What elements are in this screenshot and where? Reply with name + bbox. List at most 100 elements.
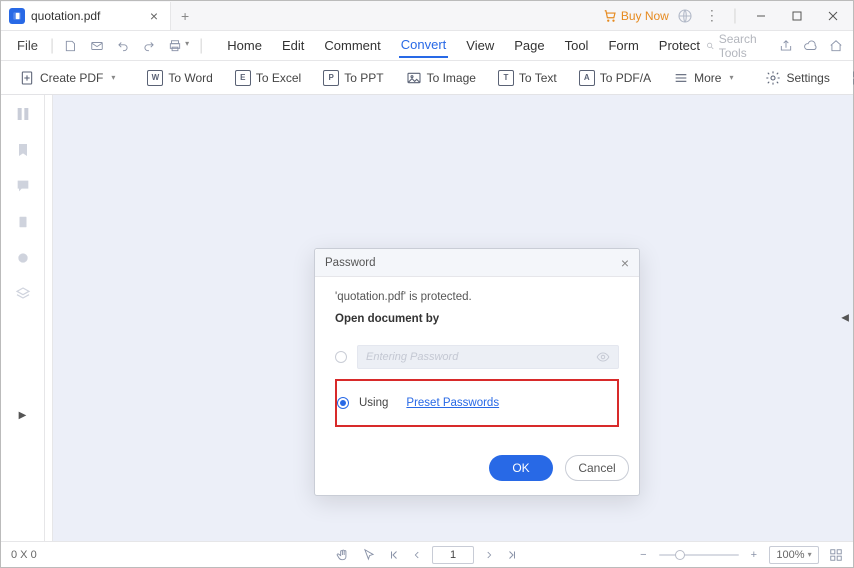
create-pdf-button[interactable]: Create PDF▾ bbox=[11, 61, 123, 94]
menu-protect[interactable]: Protect bbox=[657, 34, 702, 57]
to-text-button[interactable]: T To Text bbox=[490, 61, 565, 94]
to-image-button[interactable]: To Image bbox=[398, 61, 484, 94]
zoom-level[interactable]: 100%▾ bbox=[769, 546, 819, 564]
menu-tool[interactable]: Tool bbox=[563, 34, 591, 57]
settings-label: Settings bbox=[786, 71, 829, 85]
app-window: quotation.pdf × + Buy Now ⋮ | bbox=[0, 0, 854, 568]
eye-icon bbox=[596, 350, 610, 364]
mail-icon[interactable] bbox=[86, 39, 108, 53]
cloud-icon[interactable] bbox=[803, 39, 819, 53]
more-label: More bbox=[694, 71, 721, 85]
print-icon[interactable]: ▾ bbox=[164, 39, 193, 53]
left-sidebar: ▶ bbox=[1, 95, 45, 541]
menu-convert[interactable]: Convert bbox=[399, 33, 449, 58]
prev-page-icon[interactable] bbox=[410, 549, 424, 561]
hand-tool-icon[interactable] bbox=[334, 548, 352, 562]
document-area[interactable]: ◀ Password × 'quotation.pdf' is protecte… bbox=[53, 95, 853, 541]
to-ppt-button[interactable]: P To PPT bbox=[315, 61, 391, 94]
to-excel-label: To Excel bbox=[256, 71, 301, 85]
image-icon bbox=[406, 70, 422, 86]
menu-form[interactable]: Form bbox=[606, 34, 640, 57]
highlight-annotation: Using Preset Passwords bbox=[335, 379, 619, 427]
next-page-icon[interactable] bbox=[482, 549, 496, 561]
share-icon[interactable] bbox=[779, 39, 793, 53]
more-menu-icon[interactable]: ⋮ bbox=[701, 7, 723, 24]
menubar: File | ▾ | Home Edit Comment Convert Vie… bbox=[1, 31, 853, 61]
close-window-button[interactable] bbox=[819, 2, 847, 30]
fit-page-icon[interactable] bbox=[829, 548, 843, 562]
workspace: ▶ ◀ Password × 'quotation.pdf' is protec… bbox=[1, 95, 853, 541]
maximize-button[interactable] bbox=[783, 2, 811, 30]
open-by-label: Open document by bbox=[335, 313, 619, 325]
tab-title: quotation.pdf bbox=[31, 9, 140, 23]
batch-convert-button[interactable]: Batch Conve› bbox=[844, 61, 854, 94]
layers-panel-icon[interactable] bbox=[14, 285, 32, 303]
tab-close-icon[interactable]: × bbox=[146, 8, 162, 24]
first-page-icon[interactable] bbox=[386, 549, 402, 561]
to-pdfa-label: To PDF/A bbox=[600, 71, 651, 85]
cancel-button[interactable]: Cancel bbox=[565, 455, 629, 481]
text-icon: T bbox=[498, 70, 514, 86]
thumbnail-panel-icon[interactable] bbox=[14, 105, 32, 123]
create-pdf-icon bbox=[19, 70, 35, 86]
right-collapse-icon[interactable]: ◀ bbox=[841, 313, 849, 324]
to-pdfa-button[interactable]: A To PDF/A bbox=[571, 61, 659, 94]
to-text-label: To Text bbox=[519, 71, 557, 85]
language-icon[interactable] bbox=[677, 8, 693, 24]
bookmark-panel-icon[interactable] bbox=[14, 141, 32, 159]
pdfa-icon: A bbox=[579, 70, 595, 86]
select-tool-icon[interactable] bbox=[360, 548, 378, 562]
zoom-in-icon[interactable]: + bbox=[749, 549, 759, 561]
settings-button[interactable]: Settings bbox=[757, 61, 837, 94]
word-icon: W bbox=[147, 70, 163, 86]
comment-panel-icon[interactable] bbox=[14, 177, 32, 195]
search-tools-placeholder: Search Tools bbox=[719, 32, 769, 60]
dialog-header: Password × bbox=[315, 249, 639, 277]
menu-home[interactable]: Home bbox=[225, 34, 264, 57]
menu-view[interactable]: View bbox=[464, 34, 496, 57]
to-word-label: To Word bbox=[168, 71, 212, 85]
new-tab-button[interactable]: + bbox=[171, 8, 199, 24]
convert-toolbar: Create PDF▾ W To Word E To Excel P To PP… bbox=[1, 61, 853, 95]
minimize-button[interactable] bbox=[747, 2, 775, 30]
page-number-input[interactable] bbox=[432, 546, 474, 564]
buy-now-link[interactable]: Buy Now bbox=[603, 9, 669, 23]
main-menu: Home Edit Comment Convert View Page Tool… bbox=[225, 33, 702, 58]
coordinates: 0 X 0 bbox=[11, 549, 37, 561]
option-preset-passwords[interactable]: Using Preset Passwords bbox=[337, 391, 613, 415]
buy-now-label: Buy Now bbox=[621, 9, 669, 23]
menu-page[interactable]: Page bbox=[512, 34, 546, 57]
to-word-button[interactable]: W To Word bbox=[139, 61, 220, 94]
file-menu[interactable]: File bbox=[11, 38, 44, 53]
app-icon bbox=[9, 8, 25, 24]
document-tab[interactable]: quotation.pdf × bbox=[1, 2, 171, 30]
zoom-out-icon[interactable]: − bbox=[638, 549, 648, 561]
open-icon[interactable] bbox=[60, 39, 82, 53]
to-ppt-label: To PPT bbox=[344, 71, 383, 85]
zoom-slider[interactable] bbox=[659, 554, 739, 556]
search-tools[interactable]: Search Tools bbox=[706, 32, 769, 60]
attachment-panel-icon[interactable] bbox=[14, 213, 32, 231]
redo-icon[interactable] bbox=[138, 39, 160, 53]
option-enter-password[interactable]: Entering Password bbox=[335, 339, 619, 375]
doc-gutter bbox=[45, 95, 53, 541]
radio-preset-passwords[interactable] bbox=[337, 397, 349, 409]
dialog-close-icon[interactable]: × bbox=[621, 255, 629, 271]
password-input: Entering Password bbox=[357, 345, 619, 369]
gear-icon bbox=[765, 70, 781, 86]
home-icon[interactable] bbox=[829, 39, 843, 53]
preset-passwords-link[interactable]: Preset Passwords bbox=[406, 397, 499, 409]
ok-button[interactable]: OK bbox=[489, 455, 553, 481]
zoom-thumb[interactable] bbox=[675, 550, 685, 560]
sidebar-expand-icon[interactable]: ▶ bbox=[19, 410, 27, 421]
using-label: Using bbox=[359, 397, 388, 409]
last-page-icon[interactable] bbox=[504, 549, 520, 561]
zoom-value: 100% bbox=[776, 549, 804, 561]
more-button[interactable]: More▾ bbox=[665, 61, 741, 94]
menu-comment[interactable]: Comment bbox=[322, 34, 382, 57]
undo-icon[interactable] bbox=[112, 39, 134, 53]
to-excel-button[interactable]: E To Excel bbox=[227, 61, 309, 94]
field-panel-icon[interactable] bbox=[14, 249, 32, 267]
radio-enter-password[interactable] bbox=[335, 351, 347, 363]
menu-edit[interactable]: Edit bbox=[280, 34, 306, 57]
